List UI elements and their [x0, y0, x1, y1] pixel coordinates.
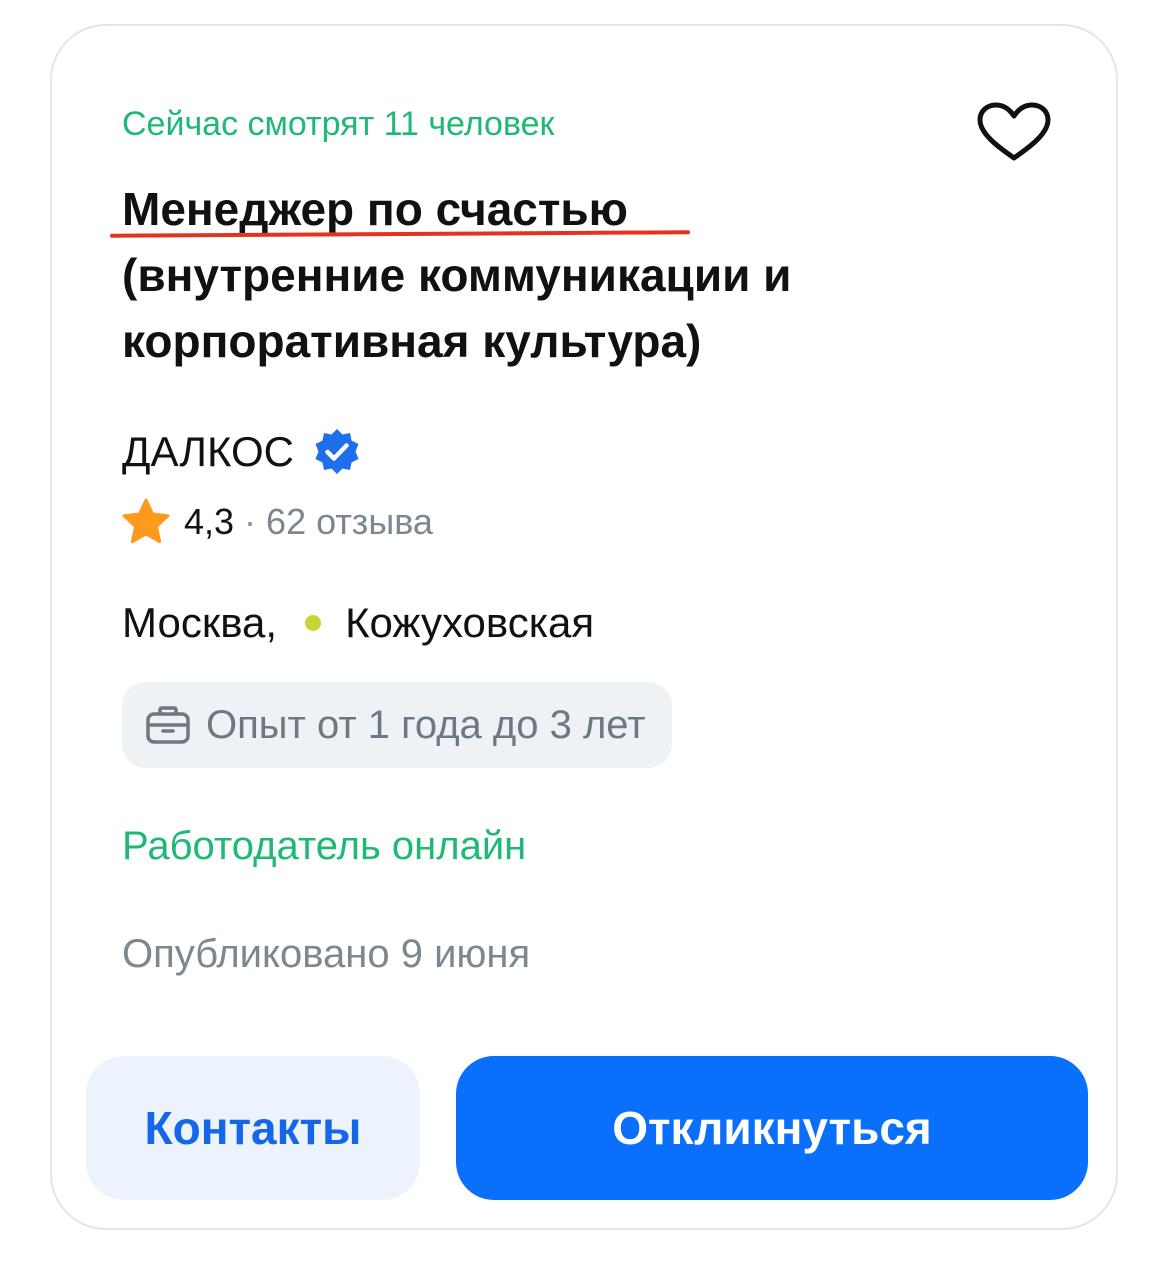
employer-online-status: Работодатель онлайн — [122, 824, 527, 868]
company-name[interactable]: ДАЛКОС — [122, 426, 294, 478]
metro-station: Кожуховская — [345, 599, 595, 646]
vacancy-title-line-3[interactable]: корпоративная культура) — [122, 308, 1002, 374]
briefcase-icon — [146, 706, 190, 744]
vacancy-card[interactable]: Сейчас смотрят 11 человек Менеджер по сч… — [50, 24, 1118, 1230]
favorite-button[interactable] — [972, 96, 1056, 168]
star-icon — [122, 498, 170, 544]
experience-text: Опыт от 1 года до 3 лет — [206, 702, 646, 747]
rating-value: 4,3 — [184, 501, 235, 542]
vacancy-title[interactable]: Менеджер по счастью (внутренние коммуник… — [122, 176, 1002, 374]
verified-badge-icon — [315, 429, 359, 474]
location: Москва, Кожуховская — [122, 596, 594, 650]
apply-button[interactable]: Откликнуться — [456, 1056, 1088, 1200]
reviews-count[interactable]: 62 отзыва — [266, 501, 433, 543]
rating-separator: · — [244, 501, 257, 542]
experience-chip: Опыт от 1 года до 3 лет — [122, 682, 672, 768]
published-date: Опубликовано 9 июня — [122, 932, 531, 976]
company[interactable]: ДАЛКОС — [122, 426, 362, 478]
heart-outline-icon — [977, 102, 1051, 161]
vacancy-title-line-2[interactable]: (внутренние коммуникации и — [122, 242, 1002, 308]
city: Москва, — [122, 599, 278, 646]
company-rating[interactable]: 4,3 · 62 отзыва — [120, 496, 433, 548]
contacts-button[interactable]: Контакты — [86, 1056, 420, 1200]
viewers-count: Сейчас смотрят 11 человек — [122, 105, 555, 143]
metro-dot-icon — [305, 615, 322, 631]
